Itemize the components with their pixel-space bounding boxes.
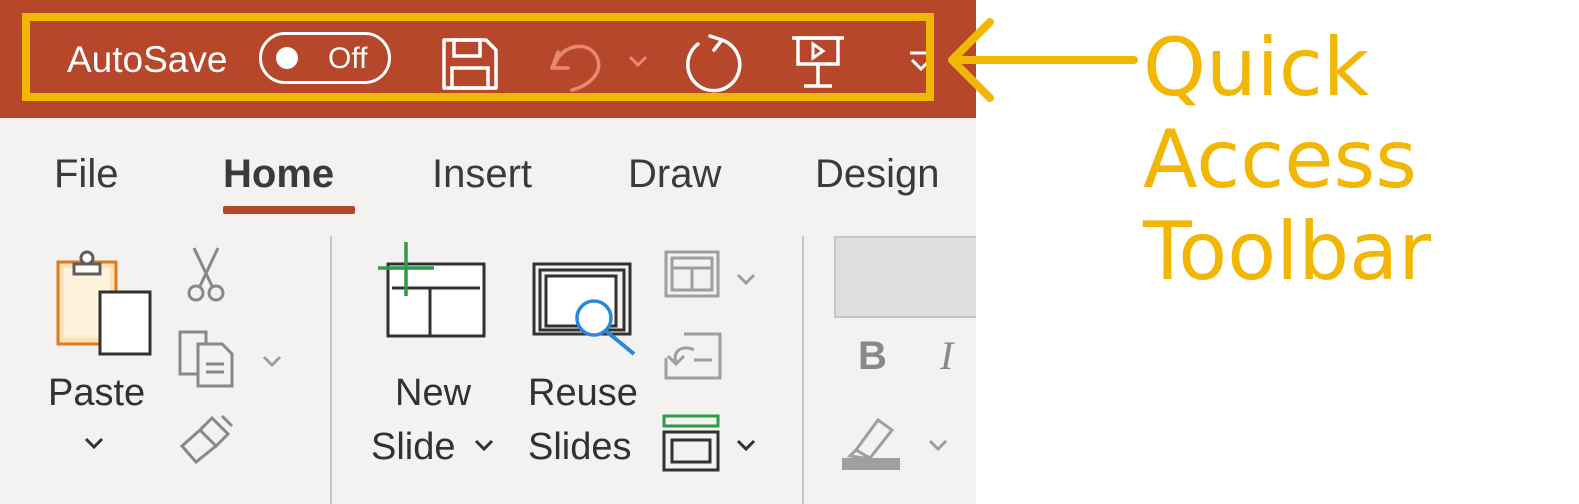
tab-draw[interactable]: Draw (628, 150, 721, 198)
tab-file[interactable]: File (54, 150, 118, 198)
font-name-box[interactable] (834, 236, 976, 318)
italic-button[interactable]: I (940, 332, 953, 380)
active-tab-indicator (223, 206, 355, 214)
section-dropdown-icon[interactable] (736, 438, 756, 452)
group-separator (330, 236, 332, 504)
format-painter-icon[interactable] (178, 412, 236, 466)
new-slide-icon[interactable] (378, 240, 488, 340)
annotation-label: Quick Access Toolbar (1143, 22, 1563, 298)
highlighter-dropdown-icon[interactable] (928, 438, 948, 452)
reuse-slides-label-line2[interactable]: Slides (528, 424, 632, 470)
annotation-line: Toolbar (1143, 205, 1432, 298)
cut-icon[interactable] (186, 246, 226, 304)
layout-icon[interactable] (664, 250, 720, 298)
paste-dropdown-icon[interactable] (84, 436, 104, 450)
layout-dropdown-icon[interactable] (736, 272, 756, 286)
reuse-slides-icon[interactable] (532, 262, 640, 356)
title-bar: AutoSave Off (0, 0, 976, 118)
tab-insert[interactable]: Insert (432, 150, 532, 198)
tab-home[interactable]: Home (223, 150, 334, 198)
copy-icon[interactable] (176, 330, 236, 388)
tab-design[interactable]: Design (815, 150, 940, 198)
copy-dropdown-icon[interactable] (262, 354, 282, 368)
annotation-arrow-icon (948, 18, 1138, 102)
reset-icon[interactable] (664, 332, 722, 380)
reuse-slides-label-line1[interactable]: Reuse (528, 370, 638, 416)
new-slide-dropdown-icon[interactable] (474, 438, 494, 452)
powerpoint-window: AutoSave Off File Home Insert Draw Desig… (0, 0, 976, 504)
bold-button[interactable]: B (858, 332, 887, 380)
clipboard-icon[interactable] (56, 250, 154, 356)
section-icon[interactable] (662, 414, 720, 472)
group-separator (802, 236, 804, 504)
annotation-line: Access (1143, 113, 1417, 206)
highlighter-icon[interactable] (842, 414, 902, 470)
new-slide-label-line1[interactable]: New (395, 370, 471, 416)
annotation-line: Quick (1143, 21, 1370, 114)
paste-label[interactable]: Paste (48, 370, 145, 416)
quick-access-toolbar-highlight (22, 13, 934, 101)
new-slide-label-line2[interactable]: Slide (371, 424, 456, 470)
